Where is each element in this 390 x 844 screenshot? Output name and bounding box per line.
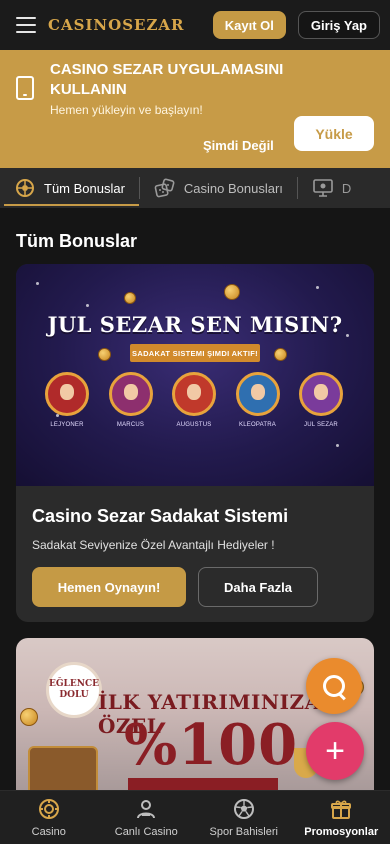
chat-bubble-icon [323,675,345,697]
bonus-card-actions: Hemen Oynayın! Daha Fazla [32,567,358,607]
bonus-category-tabs: Tüm Bonuslar Casino Bonusları D [0,168,390,208]
character-avatar: MARCUS [108,372,154,428]
nav-label: Canlı Casino [114,825,178,838]
section-title: Tüm Bonuslar [16,231,138,251]
character-avatar: JUL SEZAR [298,372,344,428]
login-button[interactable]: Giriş Yap [297,11,380,39]
character-avatar: KLEOPATRA [235,372,281,428]
bonus-wheel-icon [14,177,36,199]
tab-label: Casino Bonusları [183,180,283,196]
phone-icon [16,76,34,100]
not-now-button[interactable]: Şimdi Değil [203,128,274,162]
more-info-button[interactable]: Daha Fazla [198,567,318,607]
character-name: AUGUSTUS [176,422,212,428]
gold-coin-icon [274,348,287,361]
treasure-chest-icon [28,746,98,796]
live-chat-button[interactable] [306,658,362,714]
character-name: JUL SEZAR [304,422,338,428]
gold-coin-icon [98,348,111,361]
top-header: CASINOSEZAR Kayıt Ol Giriş Yap [0,0,390,50]
install-button[interactable]: Yükle [294,116,374,151]
character-row: LEJYONER MARCUS AUGUSTUS KLEOPATRA JUL S… [44,372,344,428]
tab-third-category[interactable]: D [298,168,365,208]
monitor-icon [312,177,334,199]
install-banner-title: CASINO SEZAR UYGULAMASINI KULLANIN [50,61,284,98]
nav-casino[interactable]: Casino [0,791,98,844]
app-root: CASINOSEZAR Kayıt Ol Giriş Yap CASINO SE… [0,0,390,844]
gift-icon [330,798,352,820]
nav-sports-betting[interactable]: Spor Bahisleri [195,791,293,844]
fun-badge: EĞLENCE DOLU [46,662,102,718]
live-dealer-icon [135,798,157,820]
nav-promotions[interactable]: Promosyonlar [293,791,390,844]
promo-percentage: %100 [124,712,299,778]
character-avatar: AUGUSTUS [171,372,217,428]
hero-ribbon: SADAKAT SISTEMI ŞIMDI AKTIF! [130,344,260,362]
character-name: LEJYONER [50,422,84,428]
nav-live-casino[interactable]: Canlı Casino [98,791,196,844]
install-app-banner: CASINO SEZAR UYGULAMASINI KULLANIN Hemen… [0,50,390,168]
soccer-ball-icon [233,798,255,820]
nav-label: Promosyonlar [304,825,379,838]
character-name: MARCUS [116,422,145,428]
bonus-card-loyalty[interactable]: JUL SEZAR SEN MISIN? SADAKAT SISTEMI ŞIM… [16,264,374,622]
gold-coin-icon [224,284,240,300]
bonus-card-title: Casino Sezar Sadakat Sistemi [32,506,289,526]
site-logo[interactable]: CASINOSEZAR [48,16,213,34]
gold-coin-icon [124,292,136,304]
character-avatar: LEJYONER [44,372,90,428]
nav-label: Spor Bahisleri [209,825,278,838]
register-button[interactable]: Kayıt Ol [212,11,286,39]
bottom-navigation: Casino Canlı Casino Spor Bahisleri Promo… [0,790,390,844]
bonus-card-body: Casino Sezar Sadakat Sistemi Sadakat Sev… [16,486,374,622]
hamburger-menu-icon[interactable] [16,17,36,33]
tab-label: Tüm Bonuslar [44,180,125,196]
badge-line: EĞLENCE [49,679,99,689]
install-banner-subtitle: Hemen yükleyin ve başlayın! [50,103,203,117]
dice-icon [154,177,176,199]
hero-headline: JUL SEZAR SEN MISIN? [47,312,343,337]
gold-coin-icon [20,708,38,726]
character-name: KLEOPATRA [239,422,276,428]
add-plus-icon[interactable]: + [306,722,364,780]
play-now-button[interactable]: Hemen Oynayın! [32,567,186,607]
tab-label: D [341,180,352,196]
nav-label: Casino [31,825,66,838]
tab-casino-bonuses[interactable]: Casino Bonusları [140,168,297,208]
badge-line: DOLU [59,690,89,700]
bonus-card-hero-image[interactable]: JUL SEZAR SEN MISIN? SADAKAT SISTEMI ŞIM… [16,264,374,486]
tab-all-bonuses[interactable]: Tüm Bonuslar [0,168,139,208]
casino-chip-icon [38,798,60,820]
bonus-card-description: Sadakat Seviyenize Özel Avantajlı Hediye… [32,538,275,552]
